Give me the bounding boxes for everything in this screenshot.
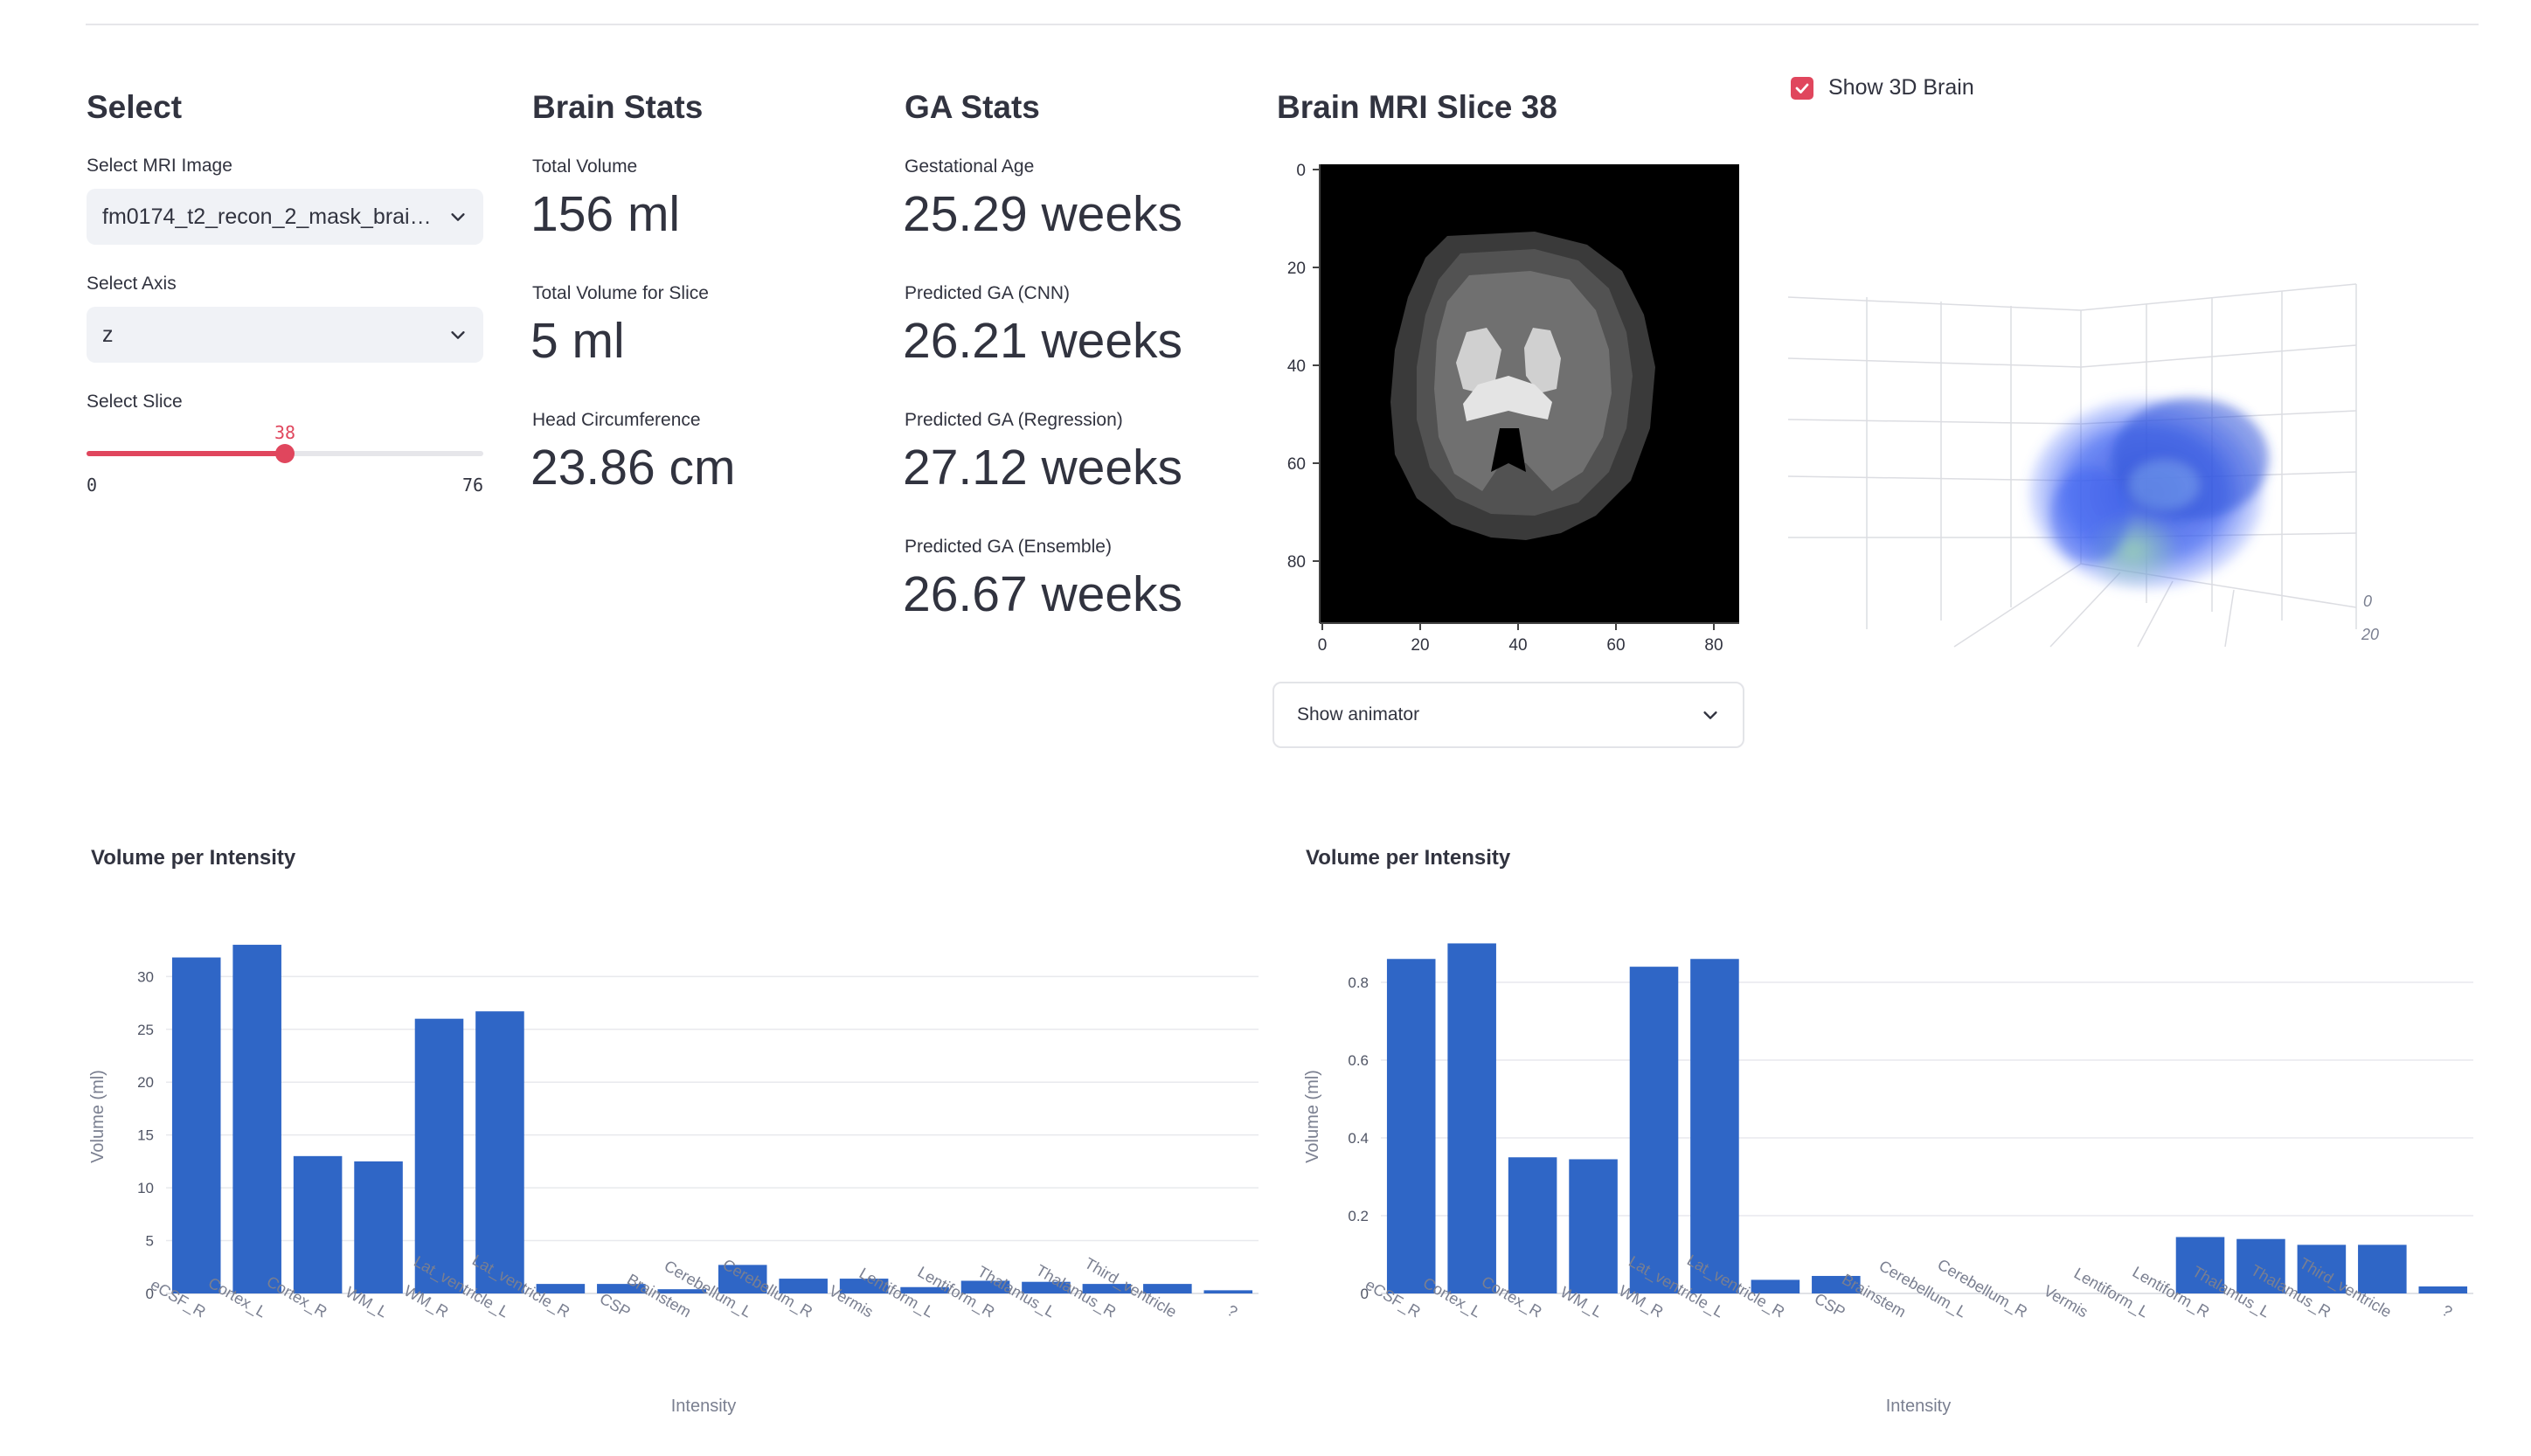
- y-tick-label: 25: [137, 1022, 154, 1038]
- predicted-ga-ensemble-label: Predicted GA (Ensemble): [905, 537, 1112, 557]
- x-tick-label: CSP: [1812, 1290, 1848, 1321]
- bar[interactable]: [1569, 1159, 1618, 1293]
- head-circumference-label: Head Circumference: [532, 410, 701, 430]
- brain-volume-render: [2028, 398, 2269, 590]
- y-tick-label: 0.8: [1348, 974, 1369, 991]
- chart-2-title: Volume per Intensity: [1306, 846, 1511, 870]
- y-axis-label: Volume (ml): [1303, 1070, 1322, 1163]
- bar[interactable]: [1386, 959, 1436, 1293]
- mri-image-label: Select MRI Image: [87, 156, 232, 176]
- show-animator-label: Show animator: [1297, 704, 1420, 725]
- show-3d-brain-label: Show 3D Brain: [1828, 75, 1974, 100]
- bar[interactable]: [1690, 959, 1739, 1293]
- bar[interactable]: [293, 1155, 343, 1293]
- slider-thumb[interactable]: [275, 444, 295, 463]
- bar[interactable]: [1447, 943, 1496, 1293]
- mri-x-tick: 60: [1606, 636, 1625, 655]
- x-tick-label: Vermis: [2041, 1282, 2091, 1321]
- y-axis-label: Volume (ml): [88, 1070, 107, 1163]
- bar[interactable]: [2358, 1245, 2407, 1293]
- ga-stats-heading: GA Stats: [905, 89, 1040, 125]
- bar[interactable]: [354, 1161, 403, 1293]
- y-tick-label: 10: [137, 1180, 154, 1196]
- x-tick-label: ?: [2439, 1301, 2456, 1321]
- checkmark-icon: [1795, 83, 1809, 94]
- mri-y-tick: 60: [1287, 455, 1306, 474]
- gestational-age-label: Gestational Age: [905, 156, 1035, 177]
- mri-slice-plot: 0 20 40 60 80 0 20 40 60 80: [1287, 162, 1739, 655]
- mri-image-select[interactable]: fm0174_t2_recon_2_mask_brain...: [87, 189, 483, 245]
- total-volume-label: Total Volume: [532, 156, 638, 177]
- head-circumference-value: 23.86 cm: [530, 440, 736, 496]
- bar[interactable]: [1508, 1157, 1557, 1293]
- bar[interactable]: [232, 945, 281, 1293]
- y-tick-label: 0.4: [1348, 1130, 1369, 1147]
- chevron-down-icon: [1703, 711, 1717, 719]
- mri-x-tick: 0: [1318, 636, 1328, 655]
- bar[interactable]: [414, 1018, 464, 1293]
- chevron-down-icon: [451, 331, 465, 339]
- x-axis-label: Intensity: [1886, 1397, 1951, 1416]
- total-volume-value: 156 ml: [530, 186, 681, 242]
- top-divider: [86, 24, 2479, 25]
- axis3d-tick: 0: [2363, 593, 2372, 610]
- slice-slider[interactable]: [87, 444, 483, 463]
- y-tick-label: 30: [137, 968, 154, 985]
- mri-x-tick: 20: [1411, 636, 1429, 655]
- predicted-ga-regression-value: 27.12 weeks: [903, 440, 1183, 496]
- predicted-ga-cnn-value: 26.21 weeks: [903, 313, 1183, 369]
- predicted-ga-cnn-label: Predicted GA (CNN): [905, 283, 1071, 303]
- slice-max: 76: [462, 475, 484, 496]
- slice-volume-label: Total Volume for Slice: [532, 283, 709, 303]
- bar[interactable]: [2418, 1286, 2468, 1293]
- mri-x-tick: 40: [1508, 636, 1527, 655]
- axis-label: Select Axis: [87, 274, 177, 294]
- y-tick-label: 0.6: [1348, 1052, 1369, 1069]
- mri-image-value: fm0174_t2_recon_2_mask_brain...: [102, 204, 434, 229]
- show-animator-expander[interactable]: Show animator: [1272, 682, 1744, 748]
- bar[interactable]: [171, 957, 221, 1293]
- predicted-ga-ensemble-value: 26.67 weeks: [903, 566, 1183, 622]
- mri-y-tick: 0: [1296, 162, 1306, 180]
- chart-1-title: Volume per Intensity: [91, 846, 296, 870]
- axis-select[interactable]: z: [87, 307, 483, 363]
- y-tick-label: 15: [137, 1127, 154, 1144]
- y-tick-label: 0.2: [1348, 1208, 1369, 1224]
- volume-per-intensity-chart-1[interactable]: 051015202530eCSF_RCortex_LCortex_R WM_L WM…: [79, 900, 1285, 1442]
- bar[interactable]: [1629, 967, 1679, 1293]
- bar[interactable]: [475, 1011, 524, 1293]
- axis3d-tick: 20: [2361, 626, 2379, 643]
- brain-stats-heading: Brain Stats: [532, 89, 704, 125]
- show-3d-brain-checkbox[interactable]: [1791, 77, 1813, 100]
- bar[interactable]: [1203, 1290, 1253, 1293]
- volume-per-intensity-chart-2[interactable]: 00.20.40.60.8eCSF_RCortex_LCortex_R WM_L W…: [1293, 900, 2500, 1442]
- mri-slice-heading: Brain MRI Slice 38: [1277, 89, 1557, 125]
- chevron-down-icon: [451, 213, 465, 221]
- brain-3d-plot[interactable]: 0 20: [1788, 262, 2400, 660]
- mri-x-tick: 80: [1704, 636, 1723, 655]
- axis-value: z: [102, 322, 114, 347]
- slice-min: 0: [87, 475, 98, 496]
- gestational-age-value: 25.29 weeks: [903, 186, 1183, 242]
- x-axis-label: Intensity: [671, 1397, 736, 1416]
- predicted-ga-regression-label: Predicted GA (Regression): [905, 410, 1123, 430]
- slice-volume-value: 5 ml: [530, 313, 625, 369]
- y-tick-label: 20: [137, 1074, 154, 1091]
- mri-y-tick: 40: [1287, 357, 1306, 376]
- slice-label: Select Slice: [87, 392, 183, 412]
- slice-current-value: 38: [274, 422, 296, 443]
- select-heading: Select: [87, 89, 183, 125]
- mri-y-tick: 20: [1287, 260, 1306, 278]
- x-tick-label: CSP: [597, 1290, 634, 1321]
- slider-fill: [87, 451, 285, 456]
- x-tick-label: ?: [1224, 1301, 1241, 1321]
- y-tick-label: 5: [146, 1233, 154, 1250]
- mri-y-tick: 80: [1287, 553, 1306, 572]
